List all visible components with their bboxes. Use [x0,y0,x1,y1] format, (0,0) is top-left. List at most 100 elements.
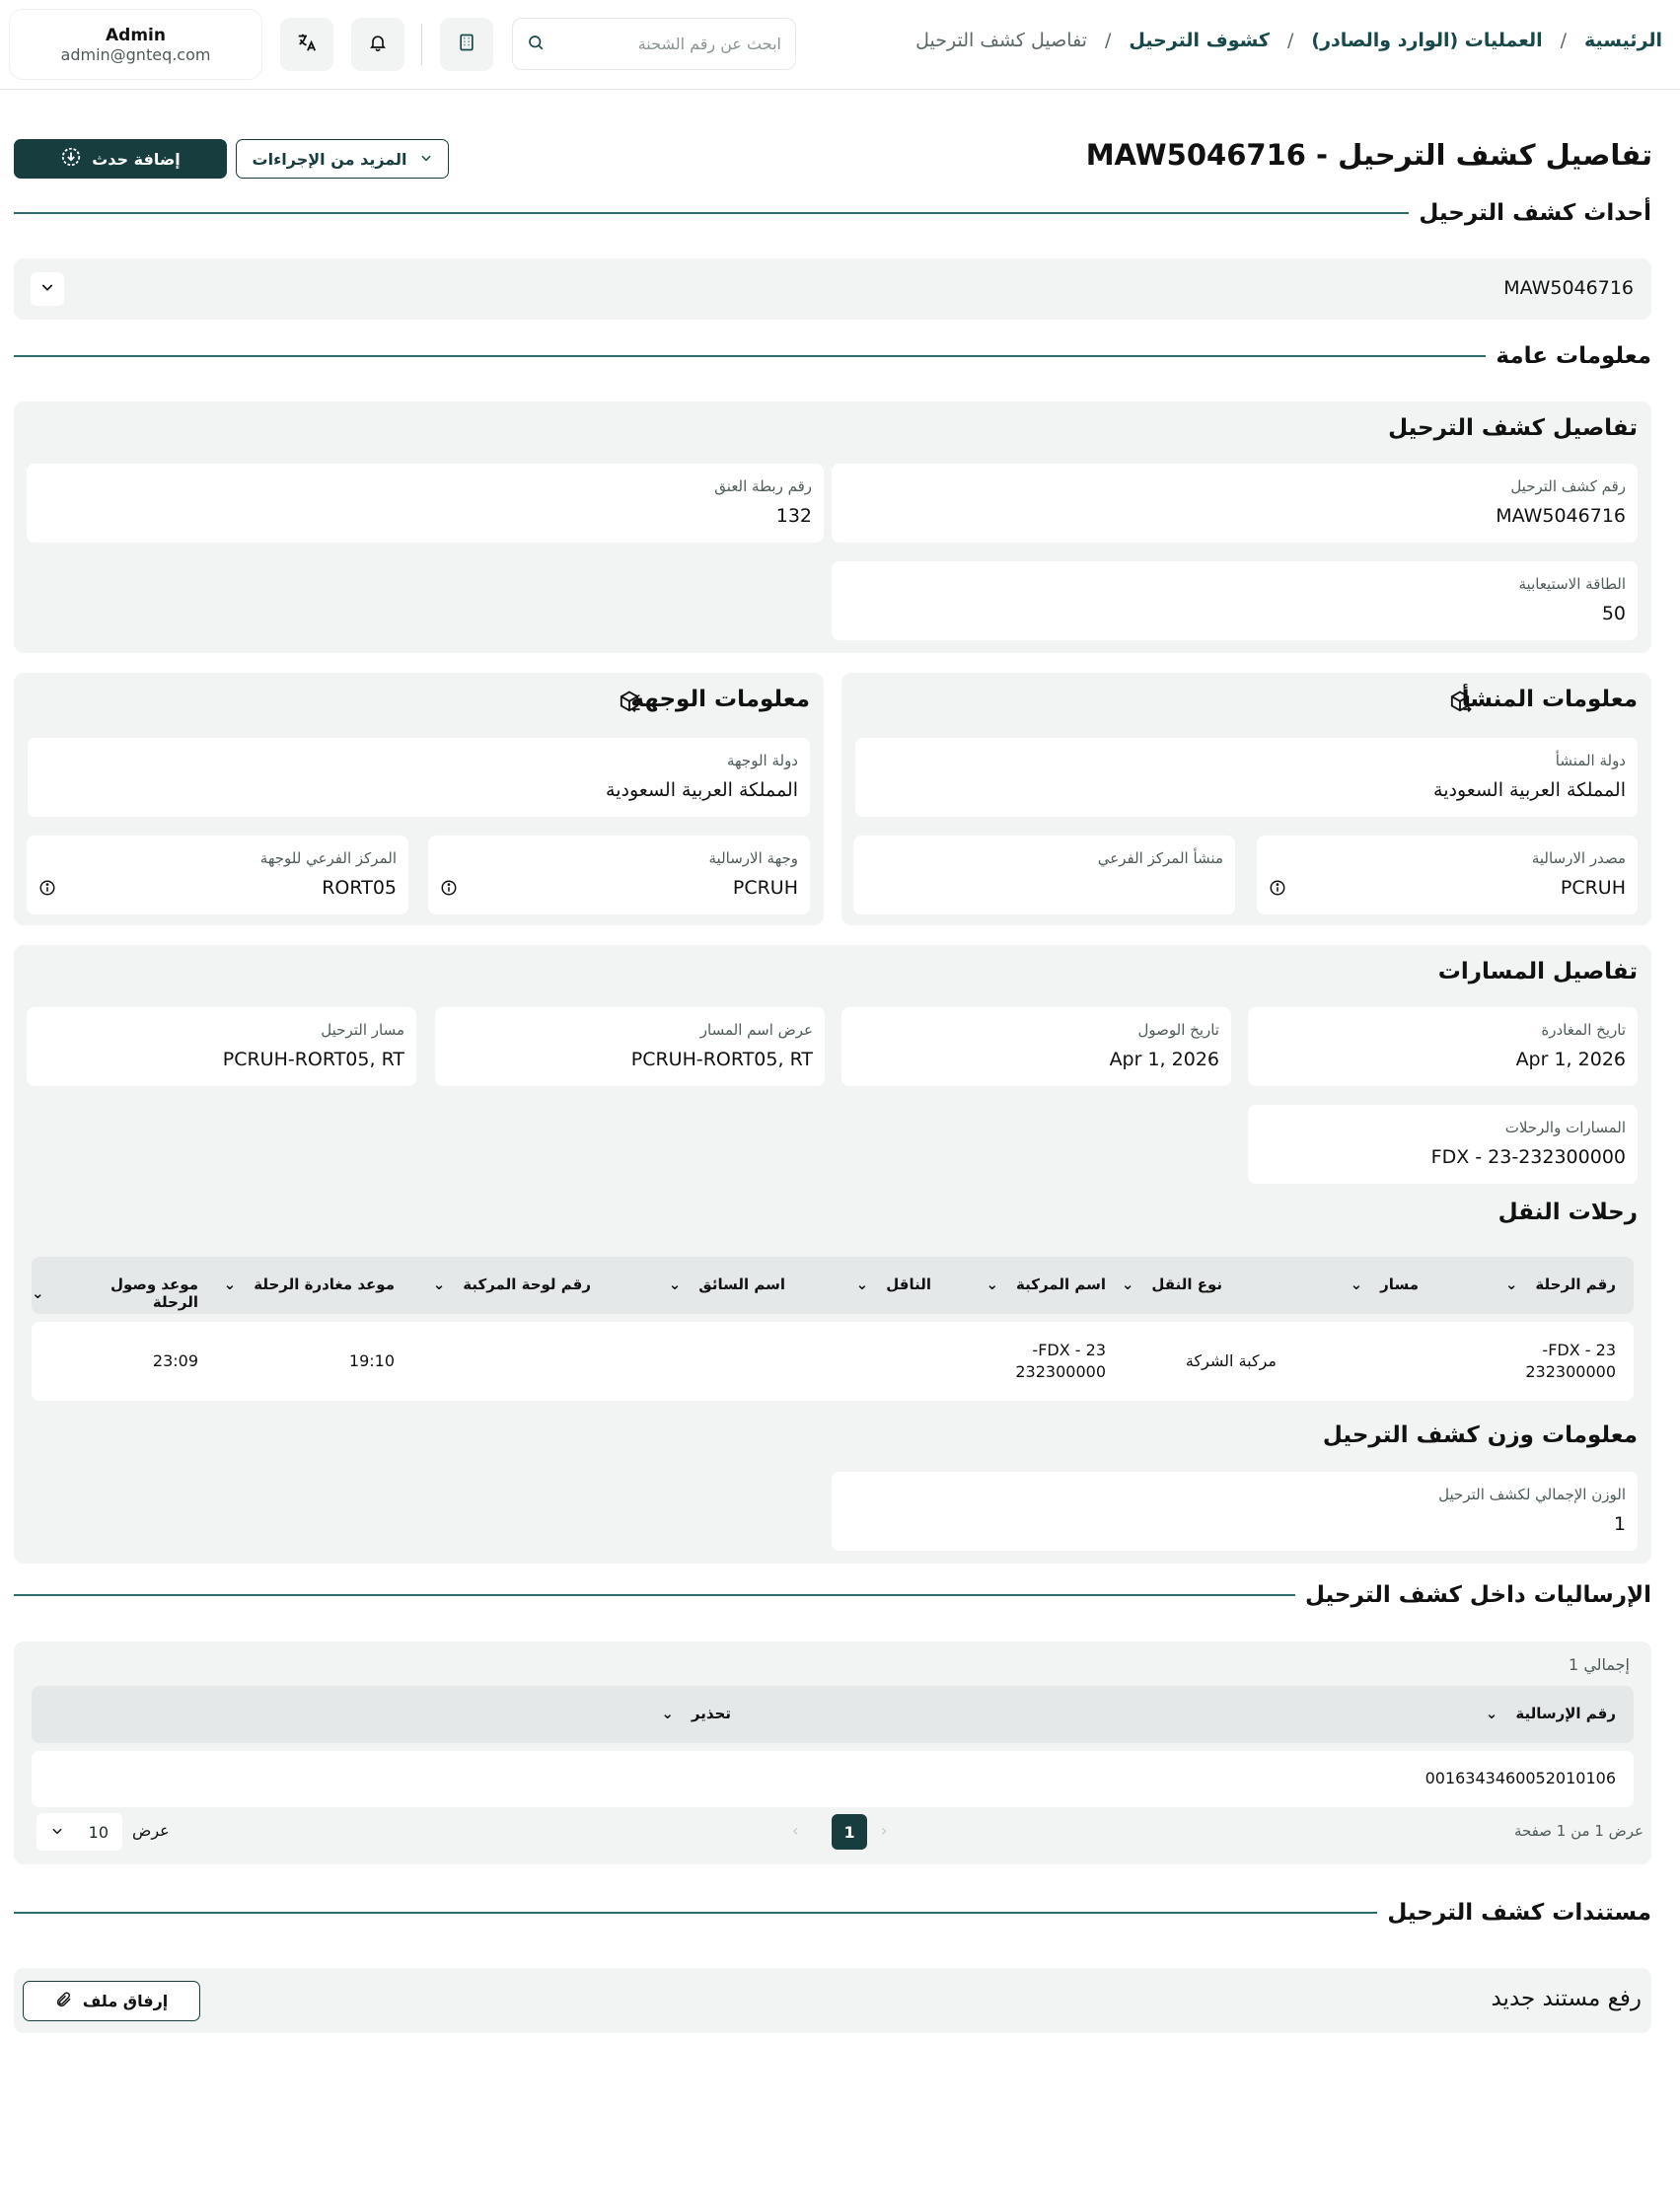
arrival-date-value: Apr 1, 2026 [1109,1049,1219,1070]
chevron-down-icon: ⌄ [432,1275,446,1293]
trips-col-plate-number[interactable]: رقم لوحة المركبة ⌄ [433,1275,591,1293]
pager-next-icon[interactable]: › [792,1821,798,1840]
destination-country-value: المملكة العربية السعودية [606,779,798,801]
chevron-down-icon [50,1823,64,1842]
origin-source-field: مصدر الارسالية PCRUH [1257,836,1638,914]
total-weight-field: الوزن الإجمالي لكشف الترحيل 1 [832,1472,1638,1551]
destination-title: معلومات الوجهة [630,687,810,712]
shipments-table-row[interactable]: 0016343460052010106 [32,1751,1634,1807]
page-size-value: 10 [88,1822,109,1842]
capacity-field: الطاقة الاستيعابية 50 [832,561,1638,640]
section-divider [14,212,1410,214]
trip-number-cell: FDX - 23- 232300000 [1525,1340,1616,1383]
more-actions-label: المزيد من الإجراءات [252,149,407,169]
column-label: اسم المركبة [1016,1275,1106,1293]
building-button[interactable] [440,18,493,71]
routes-panel: تفاصيل المسارات تاريخ المغادرة Apr 1, 20… [14,945,1651,1564]
total-weight-label: الوزن الإجمالي لكشف الترحيل [1438,1486,1626,1503]
search-icon[interactable] [527,34,545,55]
paths-value: FDX - 23-232300000 [1430,1146,1626,1168]
attach-file-button[interactable]: إرفاق ملف [23,1981,200,2021]
info-icon[interactable] [38,879,56,901]
breadcrumb-operations[interactable]: العمليات (الوارد والصادر) [1311,30,1542,51]
events-section-title: أحداث كشف الترحيل [1419,200,1651,226]
capacity-value: 50 [1601,603,1626,624]
trips-table-row[interactable]: FDX - 23- 232300000 مركبة الشركة FDX - 2… [32,1322,1634,1401]
arrival-time-cell: 23:09 [152,1351,198,1370]
trip-number-line: 232300000 [1525,1362,1616,1381]
shipments-col-warning[interactable]: تحذير ⌄ [661,1705,731,1722]
breadcrumb-separator: / [1560,30,1568,51]
weight-title: معلومات وزن كشف الترحيل [1322,1422,1638,1448]
pager-prev-icon[interactable]: ‹ [881,1821,887,1840]
route-name-value: PCRUH-RORT05, RT [630,1049,813,1070]
trips-col-carrier[interactable]: الناقل ⌄ [856,1275,931,1293]
documents-section-header: مستندات كشف الترحيل [14,1900,1651,1926]
trips-col-vehicle-name[interactable]: اسم المركبة ⌄ [986,1275,1106,1293]
column-label: رقم الرحلة [1535,1275,1616,1293]
trips-col-driver-name[interactable]: اسم السائق ⌄ [669,1275,785,1293]
chevron-down-icon: ⌄ [32,1284,44,1302]
manifest-route-value: PCRUH-RORT05, RT [222,1049,404,1070]
breadcrumb-separator: / [1287,30,1294,51]
column-label: نوع النقل [1151,1275,1222,1293]
search-input[interactable] [558,35,781,53]
destination-country-field: دولة الوجهة المملكة العربية السعودية [28,738,810,817]
add-event-label: إضافة حدث [92,149,181,169]
section-divider [14,1594,1296,1596]
origin-sub-hub-label: منشأ المركز الفرعي [1097,849,1223,867]
general-section-header: معلومات عامة [14,343,1651,369]
add-event-button[interactable]: إضافة حدث [14,139,227,179]
manifest-route-field: مسار الترحيل PCRUH-RORT05, RT [27,1007,416,1086]
top-bar: الرئيسية / العمليات (الوارد والصادر) / ك… [0,0,1680,90]
page-size-select[interactable]: 10 [37,1813,122,1851]
destination-sub-hub-field: المركز الفرعي للوجهة RORT05 [27,836,408,914]
chevron-down-icon: ⌄ [1485,1705,1498,1722]
trips-col-arrival-time[interactable]: موعد وصول الرحلة ⌄ [32,1275,198,1311]
chevron-down-icon: ⌄ [661,1705,674,1722]
departure-time-cell: 19:10 [348,1351,395,1370]
breadcrumb-manifests[interactable]: كشوف الترحيل [1129,30,1270,51]
destination-dest-label: وجهة الارسالية [708,849,798,867]
general-section-title: معلومات عامة [1496,343,1651,369]
route-name-label: عرض اسم المسار [699,1021,813,1039]
trips-title: رحلات النقل [1497,1200,1638,1225]
chevron-down-icon: ⌄ [668,1275,682,1293]
accordion-toggle[interactable] [31,272,64,306]
origin-country-label: دولة المنشأ [1555,752,1626,769]
paths-label: المسارات والرحلات [1504,1119,1626,1136]
trips-col-transport-type[interactable]: نوع النقل ⌄ [1122,1275,1222,1293]
shipments-col-number[interactable]: رقم الإرسالية ⌄ [1486,1705,1616,1722]
column-label: رقم لوحة المركبة [463,1275,591,1293]
arrival-date-label: تاريخ الوصول [1137,1021,1220,1039]
package-outgoing-icon [1446,689,1474,720]
info-icon[interactable] [1269,879,1286,901]
user-menu[interactable]: Admin admin@gnteq.com [9,9,262,80]
info-icon[interactable] [440,879,458,901]
origin-source-label: مصدر الارسالية [1531,849,1626,867]
manifest-number-label: رقم كشف الترحيل [1510,477,1626,495]
trips-col-trip-number[interactable]: رقم الرحلة ⌄ [1505,1275,1616,1293]
paths-field: المسارات والرحلات FDX - 23-232300000 [1248,1105,1638,1184]
shipments-section-title: الإرساليات داخل كشف الترحيل [1305,1582,1651,1608]
origin-panel: معلومات المنشأ دولة المنشأ المملكة العرب… [841,673,1651,925]
more-actions-button[interactable]: المزيد من الإجراءات [236,139,449,179]
event-accordion[interactable]: MAW5046716 [14,258,1651,320]
column-label: اسم السائق [698,1275,785,1293]
user-email: admin@gnteq.com [60,44,211,64]
language-button[interactable] [280,18,333,71]
manifest-details-title: تفاصيل كشف الترحيل [1388,415,1638,441]
chevron-down-icon: ⌄ [986,1275,999,1293]
chevron-down-icon [419,150,433,169]
notifications-button[interactable] [351,18,404,71]
pager-page-1[interactable]: 1 [832,1814,867,1850]
trips-col-departure-time[interactable]: موعد مغادرة الرحلة ⌄ [224,1275,395,1293]
breadcrumb-current: تفاصيل كشف الترحيل [915,30,1087,51]
trips-col-route[interactable]: مسار ⌄ [1351,1275,1419,1293]
section-divider [14,1912,1378,1914]
neck-tag-label: رقم ربطة العنق [714,477,812,495]
manifest-number-field: رقم كشف الترحيل MAW5046716 [832,464,1638,543]
breadcrumb-home[interactable]: الرئيسية [1584,30,1662,51]
capacity-label: الطاقة الاستيعابية [1518,575,1627,593]
package-incoming-icon [616,689,643,720]
